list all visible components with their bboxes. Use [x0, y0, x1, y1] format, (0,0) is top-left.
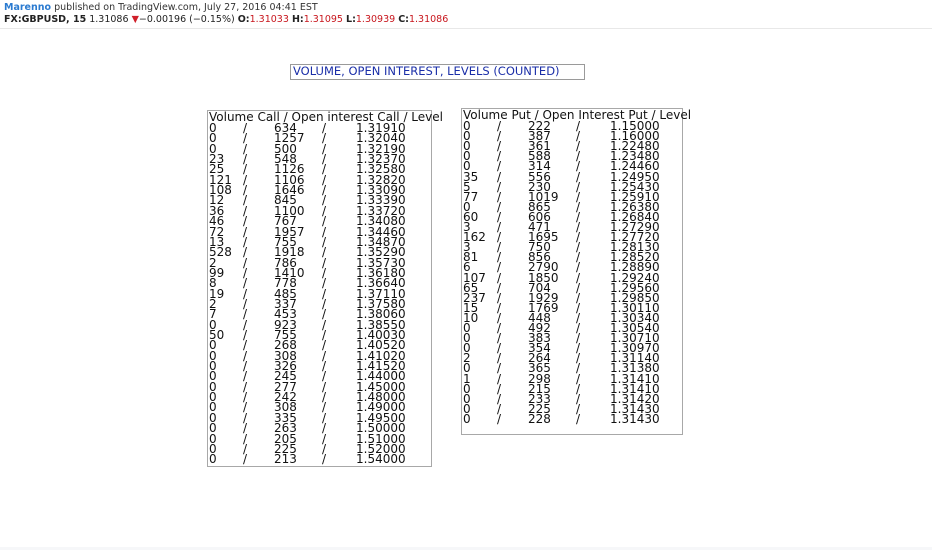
separator: /	[497, 411, 502, 426]
call-level: 1.54000	[356, 452, 406, 467]
high-value: 1.31095	[303, 14, 343, 25]
high-label: H:	[291, 14, 304, 25]
down-arrow-icon: ▼	[131, 14, 139, 25]
price-change: −0.00196 (−0.15%)	[138, 14, 235, 25]
put-table-panel: Volume Put / Open Interest Put / Level 0…	[461, 108, 691, 435]
author-link[interactable]: Marenno	[4, 2, 51, 13]
close-value: 1.31086	[408, 14, 449, 25]
publish-line: Marenno published on TradingView.com, Ju…	[4, 2, 318, 13]
call-volume: 0	[209, 452, 217, 467]
published-text: published on TradingView.com, July 27, 2…	[54, 2, 318, 13]
put-volume: 0	[463, 411, 471, 426]
call-row: 0 / 213 / 1.54000	[208, 452, 431, 467]
put-level: 1.31430	[610, 411, 660, 426]
call-table-panel: Volume Call / Open interest Call / Level…	[207, 110, 443, 467]
symbol-line: FX:GBPUSD, 15 1.31086 ▼−0.00196 (−0.15%)…	[4, 14, 448, 25]
call-open-interest: 213	[274, 452, 297, 467]
separator: /	[243, 452, 248, 467]
separator: /	[576, 411, 581, 426]
low-label: L:	[346, 14, 356, 25]
put-row: 0 / 228 / 1.31430	[462, 411, 682, 426]
low-value: 1.30939	[355, 14, 396, 25]
separator: /	[322, 452, 327, 467]
open-value: 1.31033	[249, 14, 289, 25]
open-label: O:	[237, 14, 250, 25]
page-title: VOLUME, OPEN INTEREST, LEVELS (COUNTED)	[293, 64, 560, 78]
title-box: VOLUME, OPEN INTEREST, LEVELS (COUNTED)	[290, 64, 585, 80]
last-price: 1.31086	[89, 14, 129, 25]
publish-header: Marenno published on TradingView.com, Ju…	[0, 0, 932, 28]
close-label: C:	[398, 14, 409, 25]
symbol-label: FX:GBPUSD, 15	[4, 14, 87, 25]
put-open-interest: 228	[528, 411, 551, 426]
chart-area[interactable]: VOLUME, OPEN INTEREST, LEVELS (COUNTED) …	[0, 28, 932, 547]
